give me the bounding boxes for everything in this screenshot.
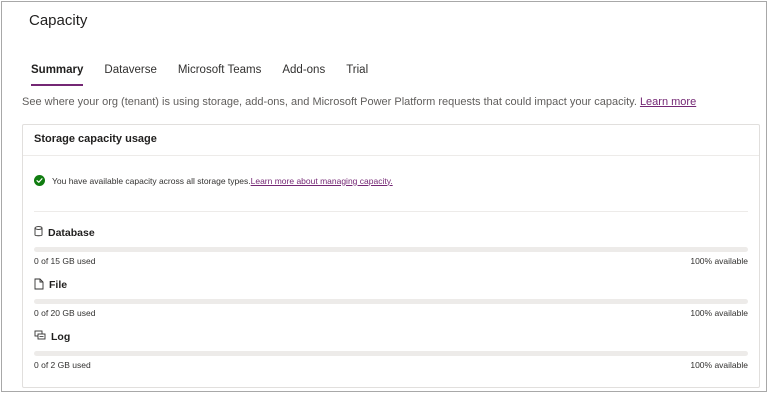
tab-trial[interactable]: Trial bbox=[346, 63, 368, 89]
usage-bar bbox=[34, 299, 748, 304]
divider bbox=[34, 211, 748, 212]
storage-item-label: Log bbox=[51, 331, 71, 343]
storage-item-log: Log 0 of 2 GB used 100% available bbox=[34, 330, 748, 370]
available-percent: 100% available bbox=[690, 256, 748, 266]
tab-dataverse[interactable]: Dataverse bbox=[104, 63, 156, 89]
storage-item-file: File 0 of 20 GB used 100% available bbox=[34, 278, 748, 318]
used-amount: 0 of 20 GB used bbox=[34, 308, 96, 318]
usage-bar bbox=[34, 247, 748, 252]
usage-bar bbox=[34, 351, 748, 356]
storage-item-label: File bbox=[49, 279, 68, 291]
tab-summary[interactable]: Summary bbox=[31, 63, 84, 89]
used-amount: 0 of 15 GB used bbox=[34, 256, 96, 266]
tab-add-ons[interactable]: Add-ons bbox=[282, 63, 325, 89]
capacity-notice: You have available capacity across all s… bbox=[34, 175, 393, 186]
card-title: Storage capacity usage bbox=[23, 125, 759, 156]
page-title: Capacity bbox=[29, 12, 88, 29]
learn-more-managing-capacity-link[interactable]: Learn more about managing capacity. bbox=[251, 176, 393, 186]
available-percent: 100% available bbox=[690, 360, 748, 370]
learn-more-link[interactable]: Learn more bbox=[640, 96, 696, 108]
storage-capacity-card: Storage capacity usage You have availabl… bbox=[22, 124, 760, 388]
checkmark-circle-icon bbox=[34, 175, 45, 186]
log-icon bbox=[34, 330, 51, 344]
used-amount: 0 of 2 GB used bbox=[34, 360, 91, 370]
notice-text: You have available capacity across all s… bbox=[52, 175, 251, 186]
database-icon bbox=[34, 226, 48, 240]
storage-item-database: Database 0 of 15 GB used 100% available bbox=[34, 226, 748, 266]
tab-microsoft-teams[interactable]: Microsoft Teams bbox=[178, 63, 262, 89]
file-icon bbox=[34, 278, 49, 293]
page-description: See where your org (tenant) is using sto… bbox=[22, 96, 696, 108]
tab-list: Summary Dataverse Microsoft Teams Add-on… bbox=[31, 63, 389, 89]
available-percent: 100% available bbox=[690, 308, 748, 318]
description-text: See where your org (tenant) is using sto… bbox=[22, 96, 640, 108]
storage-item-label: Database bbox=[48, 227, 95, 239]
